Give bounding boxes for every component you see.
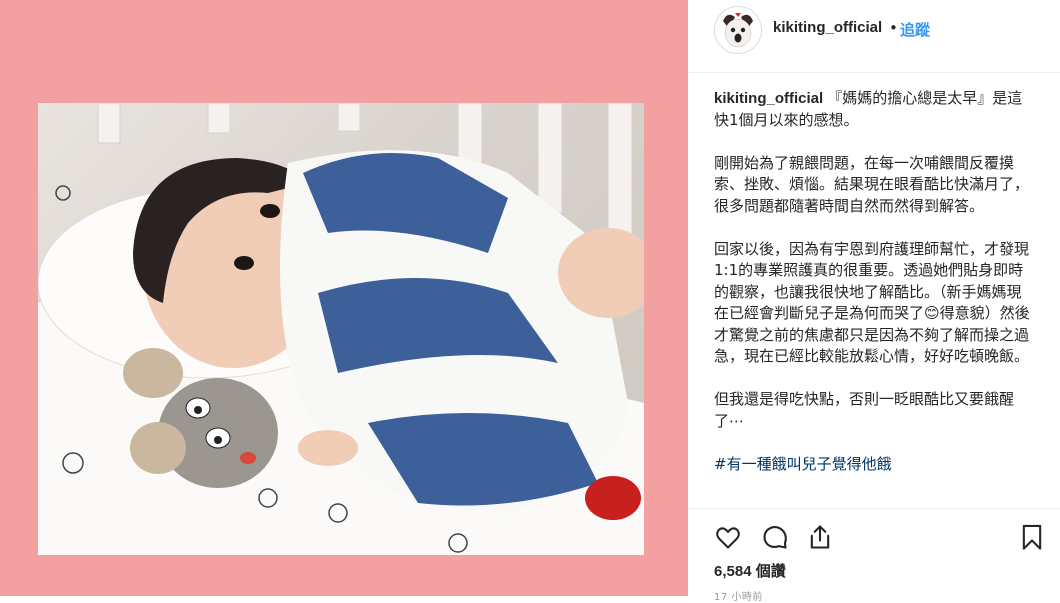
hashtag-link[interactable]: #有一種餓叫兒子覺得他餓 <box>714 455 892 473</box>
caption-paragraph-1: kikiting_official 『媽媽的擔心總是太早』是這快1個月以來的感想。 <box>714 88 1032 131</box>
post-action-bar <box>688 508 1060 555</box>
header-username[interactable]: kikiting_official <box>773 19 882 36</box>
caption-paragraph-3: 回家以後，因為有宇恩到府護理師幫忙，才發現1:1的專業照護真的很重要。透過她們貼… <box>714 239 1030 366</box>
baby-photo-illustration <box>38 103 644 555</box>
post-caption: kikiting_official 『媽媽的擔心總是太早』是這快1個月以來的感想。… <box>714 88 1032 508</box>
caption-paragraph-4: 但我還是得吃快點，否則一眨眼酷比又要餓醒了⋯ <box>714 390 1015 430</box>
red-toy <box>585 476 641 520</box>
post-photo[interactable] <box>38 103 644 555</box>
dog-avatar-icon <box>715 7 761 53</box>
share-icon[interactable] <box>806 523 836 553</box>
comment-icon[interactable] <box>761 523 791 553</box>
caption-username[interactable]: kikiting_official <box>714 90 823 107</box>
header-separator-dot: • <box>889 19 898 37</box>
heart-icon[interactable] <box>714 523 744 553</box>
post-side-panel: kikiting_official • 追蹤 kikiting_official… <box>688 0 1060 603</box>
media-background <box>0 0 688 596</box>
post-header: kikiting_official • 追蹤 <box>688 0 1060 73</box>
like-count[interactable]: 6,584 個讚 <box>714 560 786 581</box>
bookmark-icon[interactable] <box>1018 523 1048 553</box>
avatar[interactable] <box>714 6 762 54</box>
baby-hand <box>298 430 358 466</box>
follow-button[interactable]: 追蹤 <box>900 19 930 40</box>
instagram-post-view: kikiting_official • 追蹤 kikiting_official… <box>0 0 1060 603</box>
caption-paragraph-2: 剛開始為了親餵問題，在每一次哺餵間反覆摸索、挫敗、煩惱。結果現在眼看酷比快滿月了… <box>714 153 1030 215</box>
